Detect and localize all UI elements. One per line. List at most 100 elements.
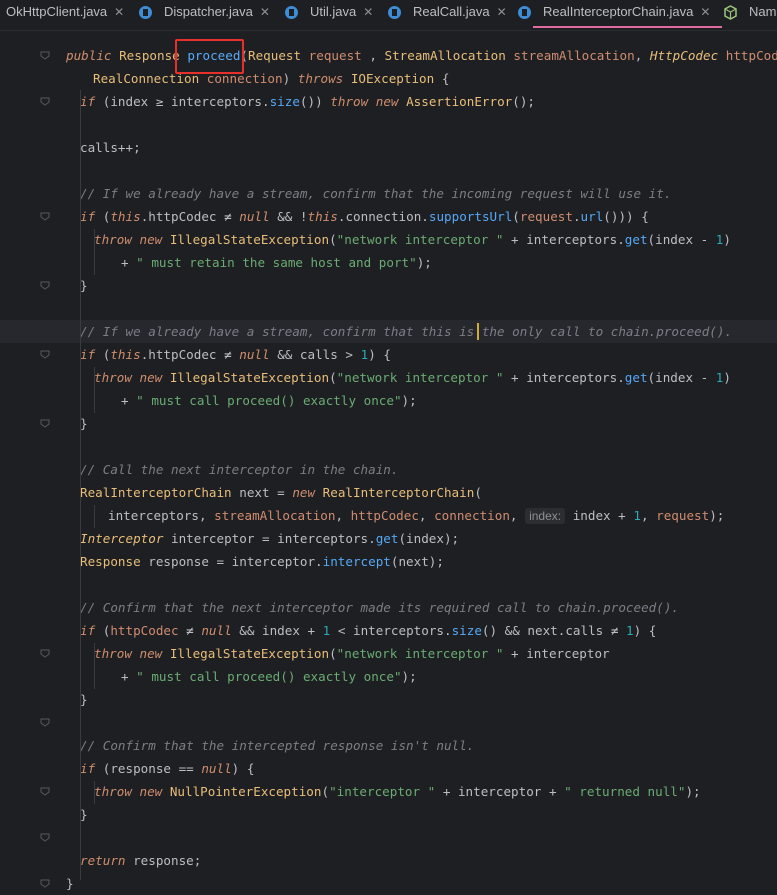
java-interface-icon	[724, 5, 737, 20]
code-editor[interactable]: public Response proceed(Request request …	[0, 32, 777, 894]
close-icon[interactable]: ✕	[363, 5, 373, 19]
tab-name-truncated[interactable]: Nam	[749, 0, 776, 30]
code-line[interactable]: // Confirm that the intercepted response…	[0, 734, 777, 757]
code-line[interactable]	[0, 435, 777, 458]
fold-marker-icon[interactable]	[40, 832, 50, 842]
code-token: httpCodec	[110, 623, 187, 638]
code-line[interactable]: }	[0, 872, 777, 895]
code-line[interactable]: Interceptor interceptor = interceptors.g…	[0, 527, 777, 550]
code-token: null	[239, 209, 278, 224]
tab-okhttpclient[interactable]: OkHttpClient.java ✕	[6, 0, 124, 30]
code-line[interactable]: }	[0, 274, 777, 297]
code-line[interactable]: }	[0, 412, 777, 435]
code-line[interactable]: }	[0, 688, 777, 711]
code-line[interactable]: public Response proceed(Request request …	[0, 44, 777, 67]
tab-realinterceptorchain[interactable]: RealInterceptorChain.java ✕	[533, 0, 723, 30]
code-token: calls++;	[80, 140, 141, 155]
code-line[interactable]: }	[0, 803, 777, 826]
code-token: throw new	[330, 94, 407, 109]
code-token: ≠	[186, 623, 202, 638]
fold-marker-icon[interactable]	[40, 96, 50, 106]
code-token: throws	[297, 71, 351, 86]
code-line[interactable]: // Call the next interceptor in the chai…	[0, 458, 777, 481]
code-token: ,	[335, 508, 351, 523]
code-token: )	[723, 370, 731, 385]
code-line[interactable]	[0, 826, 777, 849]
code-token: interceptor = interceptors.	[171, 531, 376, 546]
code-token: ())	[299, 94, 331, 109]
fold-marker-icon[interactable]	[40, 211, 50, 221]
code-line[interactable]	[0, 711, 777, 734]
code-line[interactable]: return response;	[0, 849, 777, 872]
code-token: ,	[640, 508, 657, 523]
code-token: ≥	[155, 94, 171, 109]
code-token: "network interceptor "	[336, 232, 512, 247]
code-line[interactable]: throw new IllegalStateException("network…	[0, 366, 777, 389]
code-line[interactable]: Response response = interceptor.intercep…	[0, 550, 777, 573]
code-token: if	[80, 94, 103, 109]
code-token: && !	[277, 209, 308, 224]
code-line[interactable]: if (this.httpCodec ≠ null && !this.conne…	[0, 205, 777, 228]
code-line[interactable]: RealConnection connection) throws IOExce…	[0, 67, 777, 90]
code-token: (	[512, 209, 520, 224]
code-token: < interceptors.	[337, 623, 452, 638]
code-line[interactable]: + " must call proceed() exactly once");	[0, 665, 777, 688]
code-token: null	[201, 761, 232, 776]
code-line[interactable]: throw new IllegalStateException("network…	[0, 642, 777, 665]
code-token: if	[80, 209, 103, 224]
fold-marker-icon[interactable]	[40, 280, 50, 290]
code-token: connection	[434, 508, 510, 523]
fold-marker-icon[interactable]	[40, 717, 50, 727]
code-line[interactable]: calls++;	[0, 136, 777, 159]
fold-marker-icon[interactable]	[40, 786, 50, 796]
code-line[interactable]: // If we already have a stream, confirm …	[0, 182, 777, 205]
code-token: ) {	[368, 347, 391, 362]
code-token: IllegalStateException	[169, 646, 330, 661]
close-icon[interactable]: ✕	[260, 5, 270, 19]
code-token: + interceptors.	[511, 232, 625, 247]
code-line[interactable]	[0, 573, 777, 596]
code-line[interactable]: throw new NullPointerException("intercep…	[0, 780, 777, 803]
code-token: throw new	[94, 646, 170, 661]
code-token: null	[239, 347, 278, 362]
fold-marker-icon[interactable]	[40, 349, 50, 359]
close-icon[interactable]: ✕	[114, 5, 124, 19]
code-token: null	[201, 623, 240, 638]
fold-marker-icon[interactable]	[40, 878, 50, 888]
code-token: get	[624, 232, 648, 247]
tab-dispatcher[interactable]: Dispatcher.java ✕	[164, 0, 270, 30]
code-line[interactable]: if (this.httpCodec ≠ null && calls > 1) …	[0, 343, 777, 366]
parameter-hint: index:	[525, 508, 566, 524]
code-token: +	[121, 669, 137, 684]
tab-label: RealInterceptorChain.java	[543, 4, 694, 19]
code-token: (response ==	[102, 761, 202, 776]
code-line[interactable]: + " must retain the same host and port")…	[0, 251, 777, 274]
code-line[interactable]: RealInterceptorChain next = new RealInte…	[0, 481, 777, 504]
code-token: httpCodec	[725, 48, 777, 63]
tab-util[interactable]: Util.java ✕	[310, 0, 373, 30]
code-line[interactable]: if (httpCodec ≠ null && index + 1 < inte…	[0, 619, 777, 642]
code-line[interactable]	[0, 113, 777, 136]
code-line[interactable]: if (index ≥ interceptors.size()) throw n…	[0, 90, 777, 113]
code-line[interactable]	[0, 297, 777, 320]
code-line[interactable]: interceptors, streamAllocation, httpCode…	[0, 504, 777, 527]
code-line[interactable]: throw new IllegalStateException("network…	[0, 228, 777, 251]
fold-marker-icon[interactable]	[40, 50, 50, 60]
close-icon[interactable]: ✕	[497, 5, 507, 19]
code-token: 1	[633, 508, 641, 523]
fold-marker-icon[interactable]	[40, 648, 50, 658]
fold-marker-icon[interactable]	[40, 418, 50, 428]
code-token: 1	[625, 623, 634, 638]
indent-guide	[94, 229, 95, 275]
code-token: (	[329, 232, 337, 247]
code-line[interactable]: if (response == null) {	[0, 757, 777, 780]
close-icon[interactable]: ✕	[700, 5, 710, 19]
tab-realcall[interactable]: RealCall.java ✕	[413, 0, 507, 30]
code-line[interactable]: + " must call proceed() exactly once");	[0, 389, 777, 412]
code-token: + interceptors.	[511, 370, 625, 385]
code-token: index +	[565, 508, 634, 523]
code-line[interactable]: // Confirm that the next interceptor mad…	[0, 596, 777, 619]
code-line[interactable]	[0, 159, 777, 182]
code-token: streamAllocation	[513, 48, 635, 63]
code-line[interactable]: // If we already have a stream, confirm …	[0, 320, 777, 343]
